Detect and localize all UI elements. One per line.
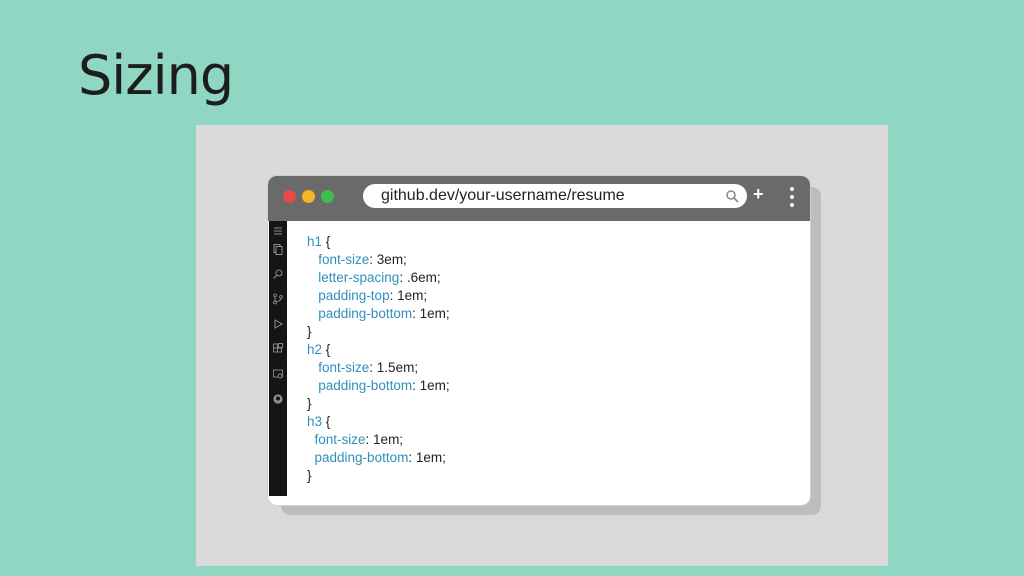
code-line: letter-spacing: .6em; xyxy=(307,269,450,287)
search-icon[interactable] xyxy=(272,268,284,280)
minimize-window-icon[interactable] xyxy=(302,190,315,203)
close-window-icon[interactable] xyxy=(283,190,296,203)
code-line: padding-bottom: 1em; xyxy=(307,305,450,323)
code-line: h2 { xyxy=(307,341,450,359)
css-value: { xyxy=(322,342,331,357)
css-selector: h2 xyxy=(307,342,323,357)
css-selector: h3 xyxy=(307,414,323,429)
code-line: padding-bottom: 1em; xyxy=(307,449,450,467)
css-value: } xyxy=(307,468,312,483)
css-value: : 1em; xyxy=(412,306,450,321)
css-value: : 1em; xyxy=(365,432,404,447)
css-property: letter-spacing xyxy=(318,270,400,285)
code-line: } xyxy=(307,395,450,413)
kebab-menu-icon[interactable] xyxy=(789,187,795,209)
code-line: font-size: 3em; xyxy=(307,251,450,269)
css-value: : 3em; xyxy=(369,252,407,267)
code-line: padding-bottom: 1em; xyxy=(307,377,450,395)
css-property: font-size xyxy=(318,252,370,267)
address-url: github.dev/your-username/resume xyxy=(381,187,625,204)
css-value: } xyxy=(307,396,312,411)
css-property: font-size xyxy=(318,360,370,375)
slide-title: Sizing xyxy=(78,44,234,107)
css-value: : 1.5em; xyxy=(369,360,419,375)
css-value: { xyxy=(322,234,331,249)
css-value: : .6em; xyxy=(399,270,441,285)
css-property: padding-bottom xyxy=(318,378,413,393)
code-line: font-size: 1.5em; xyxy=(307,359,450,377)
menu-icon[interactable] xyxy=(272,225,284,237)
code-line: h1 { xyxy=(307,233,450,251)
code-line: } xyxy=(307,323,450,341)
css-value: { xyxy=(322,414,331,429)
github-icon[interactable] xyxy=(272,393,284,405)
run-debug-icon[interactable] xyxy=(272,318,284,330)
code-editor[interactable]: h1 { font-size: 3em; letter-spacing: .6e… xyxy=(307,233,450,485)
source-control-icon[interactable] xyxy=(272,293,284,305)
search-icon[interactable] xyxy=(725,189,739,203)
address-bar[interactable]: github.dev/your-username/resume xyxy=(363,184,747,208)
css-value: : 1em; xyxy=(412,378,450,393)
extensions-icon[interactable] xyxy=(272,343,284,355)
css-value: : 1em; xyxy=(389,288,428,303)
css-property: font-size xyxy=(314,432,366,447)
css-property: padding-bottom xyxy=(314,450,409,465)
code-line: h3 { xyxy=(307,413,450,431)
code-line: padding-top: 1em; xyxy=(307,287,450,305)
css-selector: h1 xyxy=(307,234,323,249)
maximize-window-icon[interactable] xyxy=(321,190,334,203)
css-value: } xyxy=(307,324,312,339)
remote-explorer-icon[interactable] xyxy=(272,368,284,380)
browser-window: github.dev/your-username/resume + h1 {f… xyxy=(268,176,810,505)
css-property: padding-top xyxy=(318,288,390,303)
code-line: font-size: 1em; xyxy=(307,431,450,449)
browser-titlebar: github.dev/your-username/resume + xyxy=(268,176,810,221)
code-line: } xyxy=(307,467,450,485)
new-tab-plus-icon[interactable]: + xyxy=(753,185,764,203)
explorer-icon[interactable] xyxy=(272,243,284,255)
activity-bar xyxy=(269,221,287,496)
css-property: padding-bottom xyxy=(318,306,413,321)
css-value: : 1em; xyxy=(408,450,446,465)
